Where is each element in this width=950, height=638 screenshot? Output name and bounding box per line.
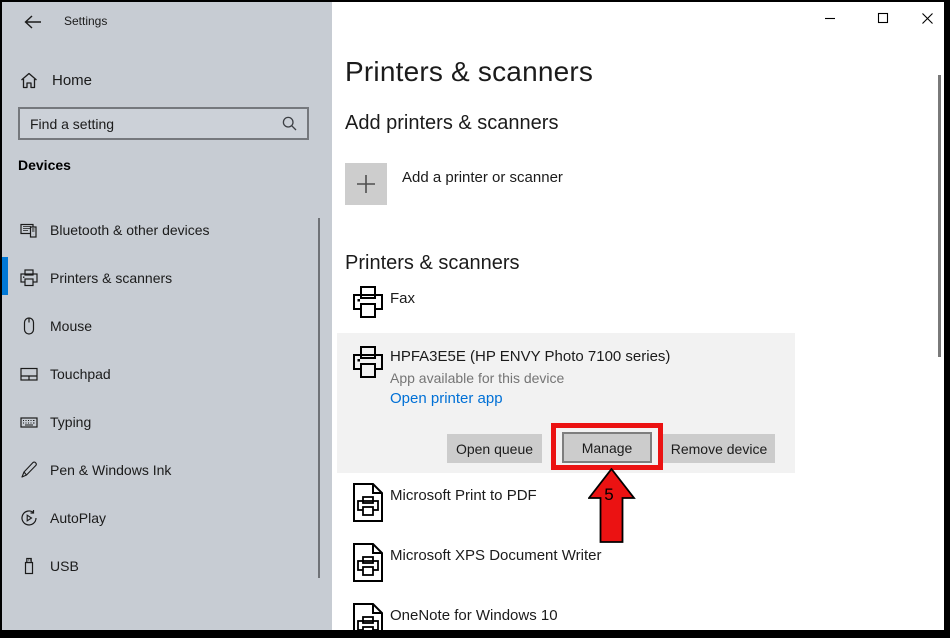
sidebar-item-printers[interactable]: Printers & scanners xyxy=(2,258,332,298)
printer-status: App available for this device xyxy=(390,370,564,386)
search-box xyxy=(18,107,309,140)
open-queue-button[interactable]: Open queue xyxy=(447,434,542,463)
open-printer-app-link[interactable]: Open printer app xyxy=(390,390,503,407)
titlebar-left: Settings xyxy=(2,2,332,42)
sidebar-item-mouse[interactable]: Mouse xyxy=(2,306,332,346)
app-title: Settings xyxy=(64,14,107,28)
close-icon xyxy=(921,12,934,25)
maximize-icon xyxy=(877,12,889,24)
sidebar-item-typing[interactable]: Typing xyxy=(2,402,332,442)
step-arrow-annotation: 5 xyxy=(588,468,636,544)
printers-list-heading: Printers & scanners xyxy=(345,252,520,275)
sidebar-item-label: USB xyxy=(50,558,79,574)
print-to-file-icon xyxy=(353,483,383,522)
sidebar: Settings Home Devices Bluetooth & other … xyxy=(2,2,332,630)
remove-device-button[interactable]: Remove device xyxy=(663,434,775,463)
print-to-file-icon xyxy=(353,543,383,582)
sidebar-item-label: Touchpad xyxy=(50,366,111,382)
bluetooth-devices-icon xyxy=(20,221,38,239)
printer-row-xps[interactable]: Microsoft XPS Document Writer xyxy=(390,547,601,564)
mouse-icon xyxy=(20,317,38,335)
printer-row-fax[interactable]: Fax xyxy=(390,290,415,307)
minimize-icon xyxy=(824,12,836,24)
plus-icon xyxy=(356,174,376,194)
sidebar-item-bluetooth[interactable]: Bluetooth & other devices xyxy=(2,210,332,250)
sidebar-item-label: Printers & scanners xyxy=(50,270,172,286)
sidebar-item-autoplay[interactable]: AutoPlay xyxy=(2,498,332,538)
sidebar-item-label: Mouse xyxy=(50,318,92,334)
page-title: Printers & scanners xyxy=(345,56,593,88)
main-pane xyxy=(332,2,944,630)
printer-row-pdf[interactable]: Microsoft Print to PDF xyxy=(390,487,537,504)
sidebar-section-header: Devices xyxy=(18,157,71,173)
sidebar-item-label: Typing xyxy=(50,414,91,430)
search-input[interactable] xyxy=(20,116,282,132)
printer-name: HPFA3E5E (HP ENVY Photo 7100 series) xyxy=(390,348,670,365)
add-printer-label[interactable]: Add a printer or scanner xyxy=(402,169,563,186)
minimize-button[interactable] xyxy=(807,5,853,31)
sidebar-item-label: Home xyxy=(52,72,92,89)
sidebar-item-label: Bluetooth & other devices xyxy=(50,222,210,238)
maximize-button[interactable] xyxy=(860,5,906,31)
close-button[interactable] xyxy=(904,5,944,31)
back-arrow-icon xyxy=(24,15,42,29)
add-printer-button[interactable] xyxy=(345,163,387,205)
main-scrollbar-thumb[interactable] xyxy=(938,75,941,357)
typing-icon xyxy=(20,413,38,431)
sidebar-item-label: Pen & Windows Ink xyxy=(50,462,171,478)
touchpad-icon xyxy=(20,365,38,383)
sidebar-item-label: AutoPlay xyxy=(50,510,106,526)
sidebar-item-pen[interactable]: Pen & Windows Ink xyxy=(2,450,332,490)
manage-highlight-box xyxy=(551,423,663,470)
sidebar-scrollbar-thumb[interactable] xyxy=(318,218,320,578)
home-icon xyxy=(20,72,38,89)
print-to-file-icon xyxy=(353,603,383,630)
sidebar-item-touchpad[interactable]: Touchpad xyxy=(2,354,332,394)
window-body: Settings Home Devices Bluetooth & other … xyxy=(2,2,944,630)
back-button[interactable] xyxy=(16,9,50,35)
printer-icon xyxy=(20,269,38,287)
step-number: 5 xyxy=(604,485,613,504)
pen-icon xyxy=(20,461,38,479)
printer-row-onenote[interactable]: OneNote for Windows 10 xyxy=(390,607,558,624)
sidebar-item-usb[interactable]: USB xyxy=(2,546,332,586)
add-section-heading: Add printers & scanners xyxy=(345,112,558,135)
sidebar-item-home[interactable]: Home xyxy=(2,62,332,98)
selected-item-accent-bar xyxy=(2,257,8,295)
search-icon[interactable] xyxy=(282,116,297,131)
settings-window: Settings Home Devices Bluetooth & other … xyxy=(0,0,950,638)
usb-icon xyxy=(20,557,38,575)
autoplay-icon xyxy=(20,509,38,527)
printer-icon xyxy=(353,286,383,323)
printer-icon xyxy=(353,346,383,383)
